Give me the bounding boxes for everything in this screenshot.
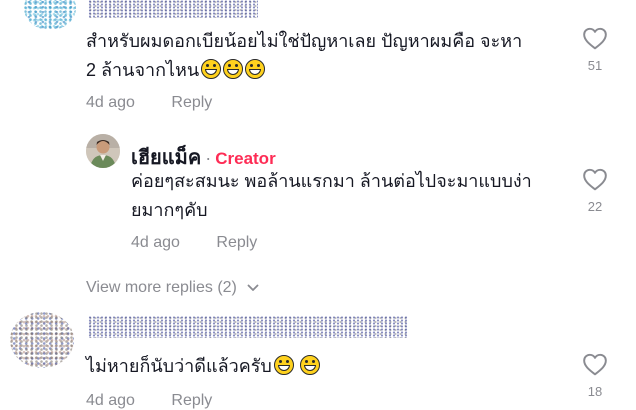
commenter-name-blurred[interactable] bbox=[88, 0, 258, 18]
reply-button[interactable]: Reply bbox=[171, 392, 212, 409]
reply-line-2: ยมากๆคับ bbox=[131, 200, 208, 220]
comment-text: สำหรับผมดอกเบียน้อยไม่ใช่ปัญหาเลย ปัญหาผ… bbox=[86, 27, 566, 85]
commenter-name-blurred[interactable] bbox=[88, 316, 408, 338]
heart-outline-icon bbox=[583, 353, 607, 376]
comment-line-1: ไม่หายก็นับว่าดีแล้วครับ bbox=[86, 352, 566, 381]
comment-time: 4d ago bbox=[86, 392, 135, 409]
comment-meta: 4d ago Reply bbox=[86, 392, 212, 410]
creator-name[interactable]: เฮียแม็ค bbox=[131, 147, 201, 169]
grinning-emoji bbox=[201, 59, 222, 79]
comment-line-1: สำหรับผมดอกเบียน้อยไม่ใช่ปัญหาเลย ปัญหาผ… bbox=[86, 31, 523, 51]
creator-badge: Creator bbox=[215, 149, 276, 168]
heart-outline-icon bbox=[583, 168, 607, 191]
reply-line-1: ค่อยๆสะสมนะ พอล้านแรกมา ล้านต่อไปจะมาแบบ… bbox=[131, 171, 532, 191]
view-more-replies-button[interactable]: View more replies (2) bbox=[86, 279, 259, 297]
grinning-emoji bbox=[245, 59, 266, 79]
like-count: 18 bbox=[587, 384, 603, 399]
creator-avatar-image bbox=[86, 134, 120, 168]
chevron-down-icon bbox=[247, 284, 259, 291]
commenter-avatar-blurred[interactable] bbox=[10, 312, 74, 368]
separator-dot: · bbox=[205, 148, 212, 168]
grinning-emoji bbox=[223, 59, 244, 79]
commenter-avatar-blurred[interactable] bbox=[24, 0, 76, 30]
view-more-label: View more replies (2) bbox=[86, 279, 237, 296]
comment-line-2: 2 ล้านจากไหน bbox=[86, 56, 566, 85]
grinning-emoji bbox=[273, 355, 294, 375]
reply-button[interactable]: Reply bbox=[171, 94, 212, 111]
reply-meta: 4d ago Reply bbox=[131, 234, 257, 252]
heart-outline-icon bbox=[583, 27, 607, 50]
like-button[interactable]: 18 bbox=[581, 352, 609, 399]
like-count: 51 bbox=[587, 58, 603, 73]
like-button[interactable]: 22 bbox=[581, 167, 609, 214]
like-button[interactable]: 51 bbox=[581, 26, 609, 73]
reply-button[interactable]: Reply bbox=[216, 234, 257, 251]
creator-avatar[interactable] bbox=[86, 134, 120, 168]
reply-text: ค่อยๆสะสมนะ พอล้านแรกมา ล้านต่อไปจะมาแบบ… bbox=[131, 167, 571, 225]
like-count: 22 bbox=[587, 199, 603, 214]
grinning-emoji bbox=[299, 355, 320, 375]
comment-text: ไม่หายก็นับว่าดีแล้วครับ bbox=[86, 352, 566, 381]
comment-time: 4d ago bbox=[86, 94, 135, 111]
reply-time: 4d ago bbox=[131, 234, 180, 251]
comment-meta: 4d ago Reply bbox=[86, 94, 212, 112]
